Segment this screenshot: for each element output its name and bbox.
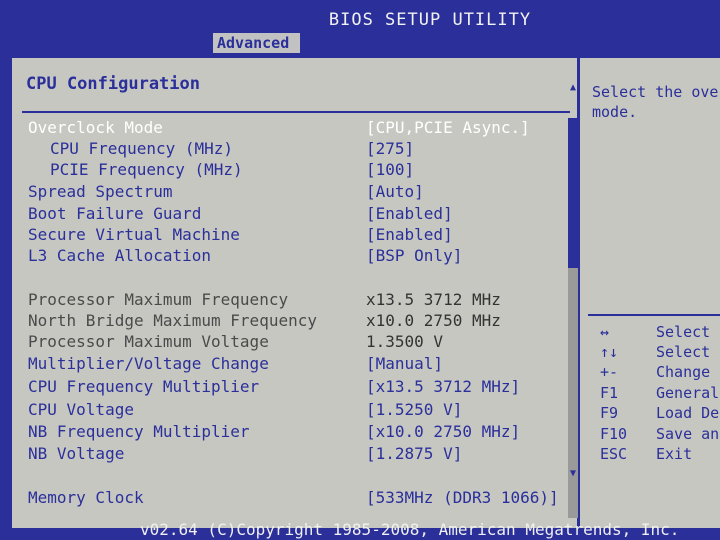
bios-title: BIOS SETUP UTILITY — [328, 10, 532, 30]
setting-label: Memory Clock — [28, 488, 144, 507]
key-plus-minus: +- — [600, 363, 619, 381]
setting-label: CPU Voltage — [28, 400, 134, 419]
setting-value[interactable]: [533MHz (DDR3 1066)] — [366, 488, 559, 507]
key-f10: F10 — [600, 425, 628, 443]
section-divider — [22, 111, 570, 113]
scrollbar[interactable] — [568, 118, 578, 518]
setting-label: NB Frequency Multiplier — [28, 422, 250, 441]
section-title: CPU Configuration — [26, 74, 200, 94]
setting-label: CPU Frequency Multiplier — [28, 377, 260, 396]
info-label: Processor Maximum Frequency — [28, 290, 289, 309]
scroll-down-arrow-icon[interactable]: ▼ — [567, 468, 579, 480]
key-desc: Save an — [656, 425, 720, 443]
key-f1: F1 — [600, 384, 619, 402]
setting-value[interactable]: [x13.5 3712 MHz] — [366, 377, 520, 396]
info-value: x13.5 3712 MHz — [366, 290, 501, 309]
setting-label: Spread Spectrum — [28, 182, 173, 201]
info-label: North Bridge Maximum Frequency — [28, 311, 317, 330]
settings-pane: CPU Configuration Overclock Mode [CPU,PC… — [12, 58, 580, 528]
setting-label: NB Voltage — [28, 444, 125, 463]
key-desc: Select — [656, 323, 711, 341]
setting-label: Multiplier/Voltage Change — [28, 354, 269, 373]
scroll-up-arrow-icon[interactable]: ▲ — [567, 82, 579, 94]
key-left-right: ↔ — [600, 323, 610, 341]
setting-value[interactable]: [CPU,PCIE Async.] — [366, 118, 530, 137]
setting-label: CPU Frequency (MHz) — [50, 139, 234, 158]
help-divider — [588, 314, 720, 316]
key-desc: Load De — [656, 404, 720, 422]
scrollbar-thumb[interactable] — [568, 118, 578, 268]
tab-bar: Advanced — [0, 33, 720, 55]
setting-label: L3 Cache Allocation — [28, 246, 212, 265]
key-desc: Change — [656, 363, 711, 381]
info-value: x10.0 2750 MHz — [366, 311, 501, 330]
setting-label: Secure Virtual Machine — [28, 225, 240, 244]
setting-value[interactable]: [1.5250 V] — [366, 400, 462, 419]
setting-label: PCIE Frequency (MHz) — [50, 160, 243, 179]
main-panel: CPU Configuration Overclock Mode [CPU,PC… — [12, 58, 720, 528]
footer: v02.64 (C)Copyright 1985-2008, American … — [0, 518, 720, 540]
key-esc: ESC — [600, 445, 628, 463]
key-up-down: ↑↓ — [600, 343, 619, 361]
setting-value[interactable]: [BSP Only] — [366, 246, 462, 265]
help-pane: Select the ove mode. ↔ Select ↑↓ Select … — [580, 58, 720, 528]
setting-value[interactable]: [Enabled] — [366, 225, 453, 244]
copyright-text: v02.64 (C)Copyright 1985-2008, American … — [140, 520, 680, 539]
setting-label: Overclock Mode — [28, 118, 163, 137]
key-desc: Select — [656, 343, 711, 361]
key-desc: Exit — [656, 445, 693, 463]
key-desc: General — [656, 384, 720, 402]
setting-value[interactable]: [Manual] — [366, 354, 443, 373]
tab-advanced[interactable]: Advanced — [213, 33, 300, 53]
info-value: 1.3500 V — [366, 332, 444, 351]
help-text: Select the ove mode. — [592, 83, 719, 121]
key-f9: F9 — [600, 404, 619, 422]
setting-value[interactable]: [x10.0 2750 MHz] — [366, 422, 520, 441]
info-label: Processor Maximum Voltage — [28, 332, 269, 351]
setting-value[interactable]: [100] — [366, 160, 414, 179]
setting-label: Boot Failure Guard — [28, 204, 202, 223]
setting-value[interactable]: [1.2875 V] — [366, 444, 462, 463]
setting-value[interactable]: [Auto] — [366, 182, 424, 201]
setting-value[interactable]: [Enabled] — [366, 204, 453, 223]
setting-value[interactable]: [275] — [366, 139, 414, 158]
